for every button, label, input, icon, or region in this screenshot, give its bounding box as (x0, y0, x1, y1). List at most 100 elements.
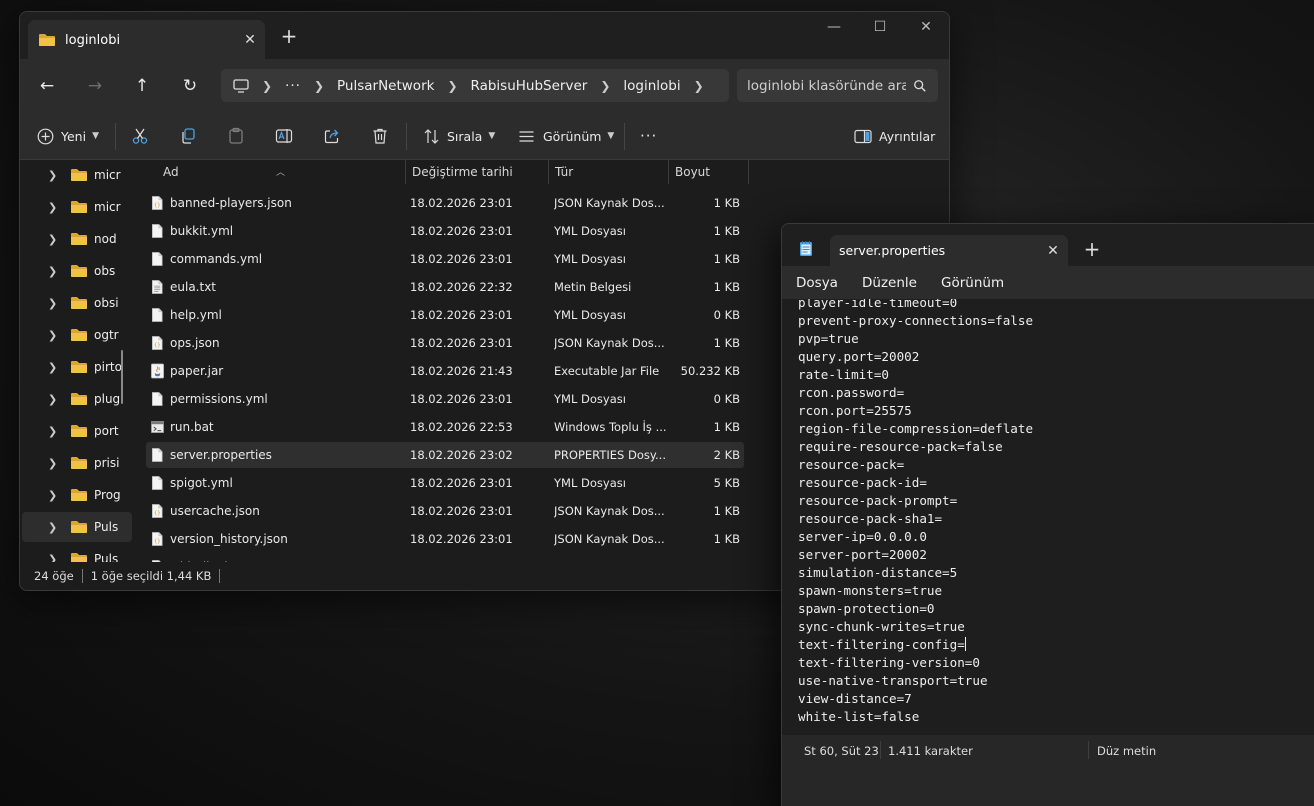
sidebar-item[interactable]: ❯ ogtr (22, 320, 132, 350)
copy-icon (182, 128, 195, 144)
new-button[interactable]: Yeni ▼ (37, 113, 99, 159)
expand-chevron-icon[interactable]: ❯ (48, 521, 64, 534)
menu-view[interactable]: Görünüm (941, 275, 1004, 291)
generic-file-icon (152, 448, 163, 462)
editor-line: resource-pack= (798, 456, 1033, 474)
file-row[interactable]: spigot.yml 18.02.2026 23:01 YML Dosyası 5 K… (146, 470, 744, 496)
sidebar-item[interactable]: ❯ port (22, 416, 132, 446)
file-date: 18.02.2026 23:01 (410, 308, 513, 322)
paste-button[interactable] (227, 113, 245, 159)
file-row[interactable]: commands.yml 18.02.2026 23:01 YML Dosyası 1… (146, 246, 744, 272)
sidebar-scrollbar[interactable] (121, 350, 123, 404)
menu-edit[interactable]: Düzenle (862, 275, 917, 291)
address-bar[interactable]: ❯ ··· ❯ PulsarNetwork ❯ RabisuHubServer … (221, 69, 729, 102)
expand-chevron-icon[interactable]: ❯ (48, 265, 64, 278)
breadcrumb-chevron-icon[interactable]: ❯ (262, 79, 272, 93)
text-editor[interactable]: player-idle-timeout=0 prevent-proxy-conne… (782, 299, 1314, 735)
cut-button[interactable] (131, 113, 149, 159)
menu-file[interactable]: Dosya (796, 275, 838, 291)
sidebar-item-label: pirto (94, 360, 122, 374)
file-row[interactable]: {} ops.json 18.02.2026 23:01 JSON Kaynak Do… (146, 330, 744, 356)
editor-line-text: require-resource-pack=false (798, 439, 1003, 454)
search-icon[interactable] (912, 79, 928, 93)
svg-text:{}: {} (154, 539, 161, 545)
more-options-button[interactable]: ··· (640, 113, 657, 159)
share-button[interactable] (323, 113, 341, 159)
file-row[interactable]: help.yml 18.02.2026 23:01 YML Dosyası 0 KB (146, 302, 744, 328)
sidebar-item[interactable]: ❯ nod (22, 224, 132, 254)
sidebar-item[interactable]: ❯ prisi (22, 448, 132, 478)
sidebar-item[interactable]: ❯ pirto (22, 352, 132, 382)
refresh-icon[interactable]: ↻ (179, 76, 201, 96)
file-row[interactable]: {} usercache.json 18.02.2026 23:01 JSON Kay… (146, 498, 744, 524)
file-row[interactable]: {} banned-players.json 18.02.2026 23:01 JSO… (146, 190, 744, 216)
maximize-button[interactable]: ☐ (857, 12, 903, 42)
details-pane-button[interactable]: Ayrıntılar (854, 113, 935, 159)
expand-chevron-icon[interactable]: ❯ (48, 329, 64, 342)
breadcrumb-chevron-icon[interactable]: ❯ (694, 79, 704, 93)
editor-line: spawn-monsters=true (798, 582, 1033, 600)
search-input[interactable]: loginlobi klasöründe ara (737, 69, 938, 102)
column-date[interactable]: Değiştirme tarihi (412, 165, 513, 179)
sidebar-item[interactable]: ❯ obsi (22, 288, 132, 318)
navigation-bar: ← → ↑ ↻ ❯ ··· ❯ PulsarNetwork ❯ RabisuHu… (20, 59, 949, 113)
expand-chevron-icon[interactable]: ❯ (48, 361, 64, 374)
sidebar-item[interactable]: ❯ micr (22, 192, 132, 222)
close-tab-icon[interactable]: ✕ (1038, 243, 1068, 259)
new-tab-button[interactable]: + (278, 26, 300, 46)
expand-chevron-icon[interactable]: ❯ (48, 297, 64, 310)
sort-button[interactable]: Sırala ▼ (423, 113, 495, 159)
breadcrumb-item[interactable]: RabisuHubServer (471, 78, 588, 94)
sidebar-item[interactable]: ❯ Puls (22, 544, 132, 564)
editor-content[interactable]: player-idle-timeout=0 prevent-proxy-conne… (798, 299, 1033, 726)
file-row[interactable]: paper.jar 18.02.2026 21:43 Executable Jar … (146, 358, 744, 384)
file-size: 0 KB (713, 392, 740, 406)
command-bar: Yeni ▼ Sırala ▼ Görünüm ▼ ··· Ayrıntılar (20, 113, 949, 160)
copy-button[interactable] (179, 113, 197, 159)
expand-chevron-icon[interactable]: ❯ (48, 233, 64, 246)
up-arrow-icon[interactable]: ↑ (131, 76, 153, 96)
sidebar-item[interactable]: ❯ Prog (22, 480, 132, 510)
file-row[interactable]: bukkit.yml 18.02.2026 23:01 YML Dosyası 1 K… (146, 218, 744, 244)
generic-file-icon (152, 308, 163, 322)
breadcrumb-chevron-icon[interactable]: ❯ (314, 79, 324, 93)
file-row[interactable]: eula.txt 18.02.2026 22:32 Metin Belgesi 1 K… (146, 274, 744, 300)
explorer-tab[interactable]: loginlobi ✕ (28, 20, 265, 60)
file-name: help.yml (170, 308, 222, 322)
breadcrumb-more[interactable]: ··· (285, 78, 301, 94)
file-row[interactable]: run.bat 18.02.2026 22:53 Windows Toplu İş … (146, 414, 744, 440)
sidebar-item[interactable]: ❯ Puls (22, 512, 132, 542)
expand-chevron-icon[interactable]: ❯ (48, 169, 64, 182)
view-button[interactable]: Görünüm ▼ (518, 113, 614, 159)
column-name[interactable]: Ad (163, 165, 179, 179)
column-size[interactable]: Boyut (675, 165, 710, 179)
notepad-status-bar: St 60, Süt 23 1.411 karakter Düz metin (782, 735, 1314, 765)
expand-chevron-icon[interactable]: ❯ (48, 425, 64, 438)
breadcrumb-item[interactable]: PulsarNetwork (337, 78, 434, 94)
file-row[interactable]: server.properties 18.02.2026 23:02 PROPERT… (146, 442, 744, 468)
breadcrumb-item[interactable]: loginlobi (623, 78, 680, 94)
editor-line-text: server-port=20002 (798, 547, 927, 562)
expand-chevron-icon[interactable]: ❯ (48, 201, 64, 214)
sidebar-item[interactable]: ❯ micr (22, 160, 132, 190)
forward-arrow-icon[interactable]: → (84, 76, 106, 96)
back-arrow-icon[interactable]: ← (36, 76, 58, 96)
close-window-button[interactable]: ✕ (903, 12, 949, 42)
expand-chevron-icon[interactable]: ❯ (48, 489, 64, 502)
breadcrumb-chevron-icon[interactable]: ❯ (600, 79, 610, 93)
notepad-tab[interactable]: server.properties ✕ (830, 235, 1068, 266)
breadcrumb-chevron-icon[interactable]: ❯ (447, 79, 457, 93)
expand-chevron-icon[interactable]: ❯ (48, 393, 64, 406)
notepad-tab-title: server.properties (839, 243, 946, 258)
minimize-button[interactable]: — (811, 12, 857, 42)
close-tab-icon[interactable]: ✕ (235, 32, 265, 48)
file-row[interactable]: {} version_history.json 18.02.2026 23:01 JS… (146, 526, 744, 552)
sidebar-item[interactable]: ❯ plug (22, 384, 132, 414)
file-row[interactable]: permissions.yml 18.02.2026 23:01 YML Dosya… (146, 386, 744, 412)
sidebar-item[interactable]: ❯ obs (22, 256, 132, 286)
expand-chevron-icon[interactable]: ❯ (48, 457, 64, 470)
column-type[interactable]: Tür (555, 165, 573, 179)
rename-button[interactable] (275, 113, 293, 159)
new-tab-button[interactable]: + (1081, 237, 1103, 261)
delete-button[interactable] (371, 113, 389, 159)
